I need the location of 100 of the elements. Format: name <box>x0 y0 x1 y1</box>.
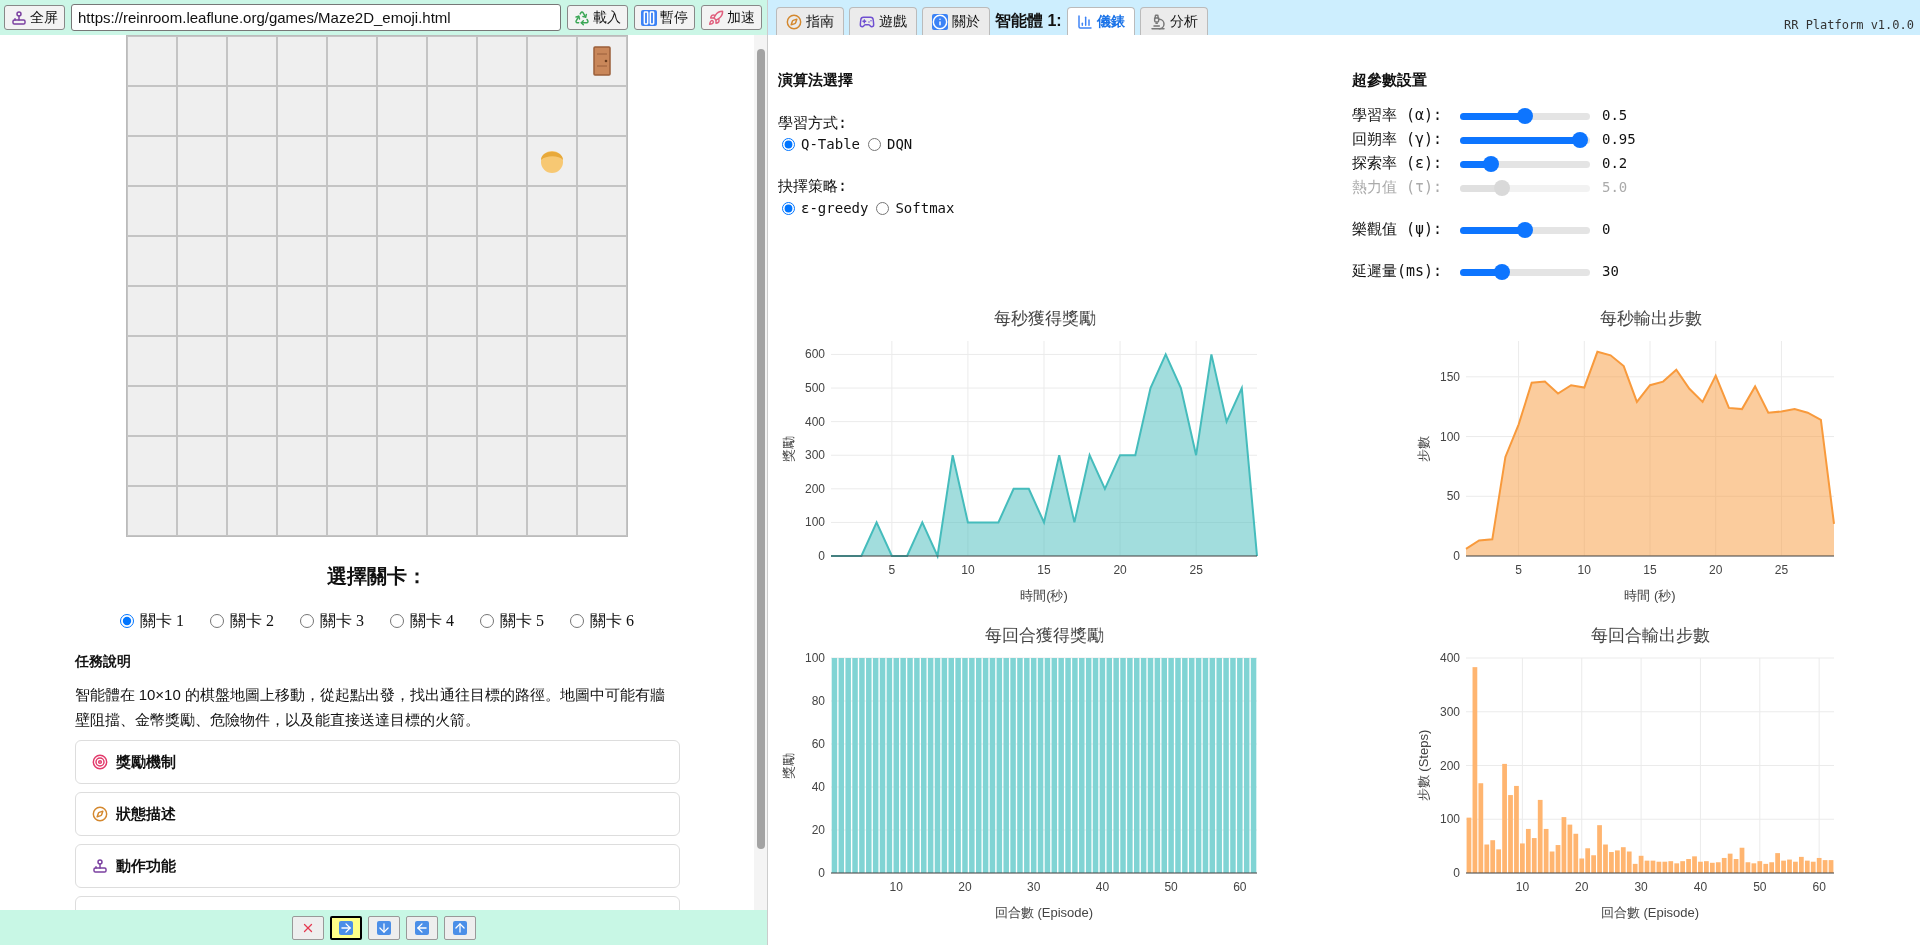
maze-cell <box>427 236 477 286</box>
maze-cell <box>527 336 577 386</box>
maze-cell <box>327 436 377 486</box>
arrow-right-icon <box>338 920 353 935</box>
tick-label: 30 <box>1634 880 1648 894</box>
tick-label: 20 <box>811 823 825 837</box>
chart-title: 每回合輸出步數 <box>1591 625 1710 647</box>
version-label: RR Platform v1.0.0 <box>1783 17 1914 34</box>
radio-button[interactable] <box>480 614 494 628</box>
maze-cell <box>427 86 477 136</box>
maze-cell <box>277 236 327 286</box>
maze-cell <box>377 386 427 436</box>
url-field[interactable]: https://reinroom.leaflune.org/games/Maze2D_emoji.html <box>71 4 561 31</box>
maze-cell <box>177 86 227 136</box>
maze-cell <box>427 186 477 236</box>
joystick-icon <box>11 9 27 26</box>
maze-cell <box>177 136 227 186</box>
tab[interactable]: 儀錶 <box>1066 7 1135 35</box>
maze-cell <box>227 436 277 486</box>
toolbar-button[interactable]: 暫停 <box>634 5 695 30</box>
maze-cell <box>377 236 427 286</box>
tab[interactable]: 關於 <box>922 7 990 35</box>
maze-cell <box>527 386 577 436</box>
tab[interactable]: 分析 <box>1139 7 1208 35</box>
tick-label: 0 <box>818 549 825 563</box>
tab[interactable]: 遊戲 <box>849 7 917 35</box>
maze-cell <box>327 286 377 336</box>
parameter-label: 回朔率 (γ): <box>1352 129 1444 151</box>
fullscreen-button[interactable]: 全屏 <box>4 5 65 30</box>
slider-thumb[interactable] <box>1517 107 1533 124</box>
tick-label: 50 <box>1446 489 1460 504</box>
control-button[interactable] <box>329 915 362 940</box>
scrollbar[interactable] <box>754 35 767 910</box>
radio-button[interactable] <box>868 138 881 151</box>
radio-label: DQN <box>887 135 913 154</box>
tick-label: 25 <box>1189 563 1203 577</box>
task-title: 任務說明 <box>74 652 132 671</box>
axis-title: 步數 <box>1416 435 1431 462</box>
toolbar-button[interactable]: 載入 <box>567 5 628 30</box>
radio-button[interactable] <box>782 138 795 151</box>
accordion-item[interactable]: 狀態描述 <box>74 792 680 836</box>
tick-label: 100 <box>1439 429 1460 444</box>
maze-cell <box>227 86 277 136</box>
tick-label: 20 <box>1575 880 1589 894</box>
radio-button[interactable] <box>300 614 314 628</box>
joystick-icon <box>91 858 108 874</box>
radio-button[interactable] <box>390 614 404 628</box>
compass-icon <box>786 13 802 30</box>
radio-button[interactable] <box>570 614 584 628</box>
task-description: 智能體在 10×10 的棋盤地圖上移動，從起點出發，找出通往目標的路徑。地圖中可能有牆壁阻擋、金幣獎勵、危險物件，以及能直接送達目標的火箭。 <box>74 685 666 730</box>
parameter-slider[interactable] <box>1460 107 1590 124</box>
maze-cell <box>177 386 227 436</box>
parameter-label: 學習率 (α): <box>1352 105 1444 127</box>
tick-label: 20 <box>1709 563 1723 577</box>
accordion-item[interactable]: 動作功能 <box>74 844 680 888</box>
slider-thumb[interactable] <box>1494 263 1511 280</box>
tick-label: 25 <box>1774 563 1789 577</box>
tick-label: 300 <box>804 448 825 463</box>
maze-cell <box>227 286 277 336</box>
parameter-slider[interactable] <box>1460 221 1590 238</box>
slider-thumb[interactable] <box>1482 155 1499 172</box>
radio-label: ε-greedy <box>801 198 869 218</box>
radio-label: 關卡 3 <box>320 611 364 631</box>
tick-label: 40 <box>1095 880 1110 894</box>
parameter-slider[interactable] <box>1460 155 1590 172</box>
maze-cell <box>227 236 277 286</box>
toolbar-button[interactable]: 加速 <box>701 5 762 30</box>
maze-cell <box>527 236 577 286</box>
agent-label: 智能體 1: <box>995 10 1062 31</box>
tick-label: 100 <box>804 515 825 530</box>
radio-button[interactable] <box>782 201 795 215</box>
maze-cell <box>227 386 277 436</box>
tab[interactable]: 指南 <box>776 7 844 35</box>
tick-label: 400 <box>1439 651 1460 665</box>
parameter-value: 0.2 <box>1602 154 1628 173</box>
accordion-item[interactable]: 獎勵機制 <box>74 740 680 784</box>
tick-label: 20 <box>958 880 972 894</box>
maze-cell <box>227 336 277 386</box>
axis-title: 時間(秒) <box>1020 588 1068 603</box>
arrow-up-icon <box>452 920 467 935</box>
maze-cell <box>327 86 377 136</box>
maze-cell <box>377 436 427 486</box>
axis-title: 回合數 (Episode) <box>994 905 1094 920</box>
maze-cell <box>177 236 227 286</box>
tick-label: 150 <box>1439 369 1460 384</box>
radio-button[interactable] <box>210 614 224 628</box>
axis-title: 時間 (秒) <box>1624 588 1676 603</box>
radio-button[interactable] <box>120 614 134 628</box>
slider-thumb[interactable] <box>1517 221 1533 238</box>
parameter-label: 熱力值 (τ): <box>1352 177 1444 199</box>
scrollbar-thumb[interactable] <box>756 49 765 849</box>
parameter-slider[interactable] <box>1460 131 1590 148</box>
maze-cell <box>327 236 377 286</box>
tick-label: 10 <box>889 880 903 894</box>
tick-label: 0 <box>818 866 825 880</box>
parameter-slider[interactable] <box>1460 263 1590 280</box>
maze-cell <box>427 386 477 436</box>
slider-thumb[interactable] <box>1571 131 1588 148</box>
radio-button[interactable] <box>876 201 890 215</box>
tick-label: 400 <box>804 414 825 429</box>
